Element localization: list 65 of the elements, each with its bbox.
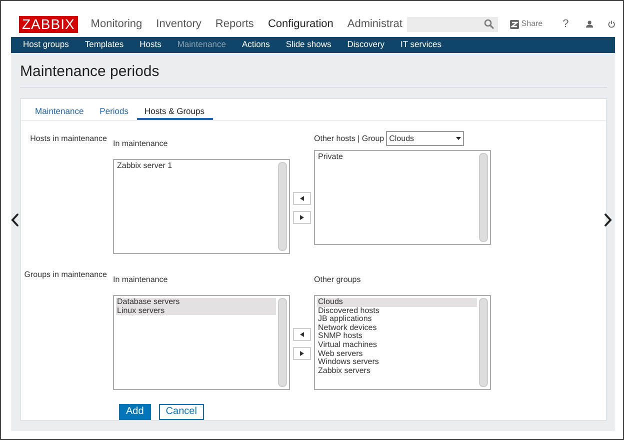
move-right-button[interactable] <box>293 346 311 360</box>
search-icon <box>484 19 494 30</box>
left-arrow-icon <box>300 332 304 336</box>
power-icon[interactable] <box>608 19 616 30</box>
nav-link[interactable]: Templates <box>76 38 132 51</box>
nav-link[interactable]: IT services <box>392 38 450 51</box>
list-item[interactable]: Network devices <box>317 324 477 332</box>
nav-link[interactable]: Host groups <box>15 38 77 51</box>
right-arrow-icon <box>300 214 304 220</box>
list-item[interactable]: Windows servers <box>317 358 477 367</box>
group-select[interactable]: Clouds <box>386 131 464 146</box>
move-left-button[interactable] <box>293 192 311 204</box>
list-title: In maintenance <box>113 138 169 150</box>
zabbix-logo[interactable]: ZABBIX <box>19 16 78 33</box>
list-item[interactable]: Web servers <box>317 350 477 358</box>
move-right-button[interactable] <box>293 210 311 224</box>
help-link[interactable]: ? <box>562 16 569 33</box>
nav-link[interactable]: Hosts <box>132 38 170 51</box>
menu-item[interactable]: Inventory <box>149 16 208 33</box>
list-item[interactable]: JB applications <box>317 315 477 324</box>
scrollbar[interactable] <box>278 162 287 251</box>
field-label: Groups in maintenance <box>24 270 107 279</box>
nav-link[interactable]: Maintenance <box>169 38 234 51</box>
scrollbar[interactable] <box>278 298 287 387</box>
menu-item[interactable]: Configuration <box>260 16 340 33</box>
nav-link[interactable]: Slide shows <box>278 38 340 51</box>
scrollbar[interactable] <box>479 298 488 387</box>
menu-item[interactable]: Reports <box>208 16 261 33</box>
list-item[interactable]: Zabbix server 1 <box>116 162 276 171</box>
right-arrow-icon <box>300 350 304 356</box>
menu-item[interactable]: Administrat <box>340 16 410 33</box>
list-title: In maintenance <box>113 274 169 286</box>
tab[interactable]: Hosts & Groups <box>136 99 212 120</box>
page-title: Maintenance periods <box>20 60 607 88</box>
chevron-right-icon[interactable] <box>604 213 612 227</box>
user-icon[interactable] <box>586 19 593 30</box>
nav-link[interactable]: Discovery <box>339 38 393 51</box>
move-left-button[interactable] <box>293 328 311 340</box>
list-item[interactable]: Zabbix servers <box>317 366 477 376</box>
list-box[interactable]: Database servers Linux servers <box>113 295 290 390</box>
list-title: Other hosts | Group <box>314 132 384 144</box>
list-title: Other groups <box>314 274 361 286</box>
cancel-button[interactable]: Cancel <box>158 404 204 420</box>
nav-link[interactable]: Actions <box>234 38 278 51</box>
share-link[interactable]: Share <box>521 18 543 30</box>
list-item[interactable]: Clouds <box>317 298 477 307</box>
list-item[interactable]: SNMP hosts <box>317 332 477 341</box>
list-box[interactable]: Zabbix server 1 <box>113 159 290 254</box>
menu-item[interactable]: Monitoring <box>84 16 150 33</box>
search-field[interactable] <box>407 16 498 32</box>
list-item[interactable]: Discovered hosts <box>317 306 477 316</box>
list-box[interactable]: Clouds Discovered hosts JB applications Network devices SNMP hosts Virtual machines Web servers Windows servers Zabbix servers <box>314 295 491 390</box>
list-box[interactable]: Private <box>314 150 491 245</box>
caret-icon <box>456 137 462 140</box>
list-item[interactable]: Private <box>317 153 477 162</box>
list-item[interactable]: Database servers <box>116 298 276 307</box>
left-arrow-icon <box>300 196 304 200</box>
field-label: Hosts in maintenance <box>30 134 107 143</box>
share-icon[interactable] <box>510 20 520 29</box>
scrollbar[interactable] <box>479 153 488 242</box>
chevron-left-icon[interactable] <box>11 213 19 227</box>
tab[interactable]: Periods <box>92 99 136 120</box>
tab[interactable]: Maintenance <box>27 99 92 120</box>
list-item[interactable]: Virtual machines <box>317 340 477 350</box>
add-button[interactable]: Add <box>119 404 151 420</box>
